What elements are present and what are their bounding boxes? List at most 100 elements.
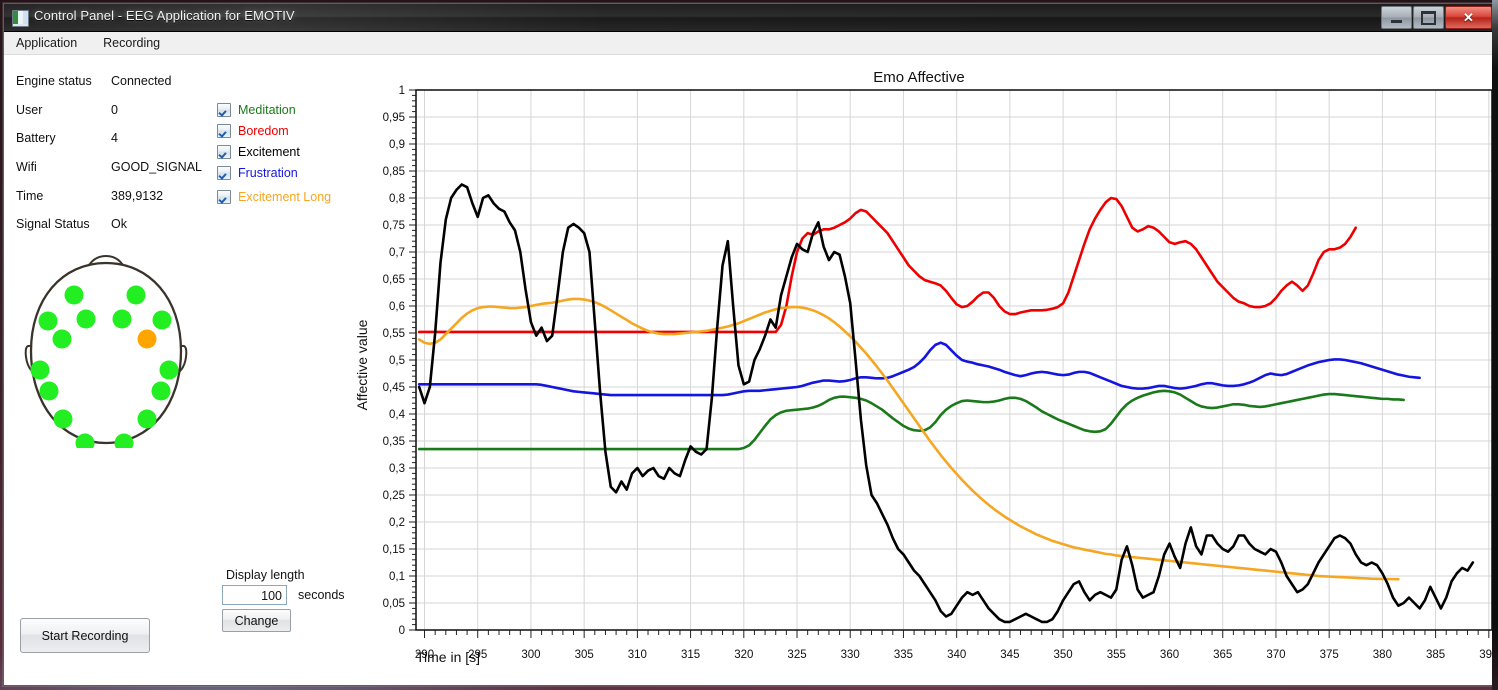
status-value: Connected xyxy=(111,74,172,89)
status-label: User xyxy=(16,102,43,117)
status-row-user: User 0 xyxy=(16,96,211,125)
sensor-dot[interactable] xyxy=(52,329,72,349)
checkbox-frustration[interactable] xyxy=(217,165,231,180)
status-value: GOOD_SIGNAL xyxy=(111,160,202,175)
status-label: Wifi xyxy=(16,160,37,175)
y-tick-label: 0,65 xyxy=(383,274,405,286)
checkbox-boredom[interactable] xyxy=(217,124,231,139)
x-tick-label: 350 xyxy=(1053,649,1072,661)
status-value: 4 xyxy=(111,131,118,146)
sensor-dot[interactable] xyxy=(39,381,59,401)
change-button[interactable]: Change xyxy=(222,609,291,632)
status-label: Signal Status xyxy=(16,217,90,232)
y-tick-label: 0,3 xyxy=(389,463,405,475)
sensor-dot[interactable] xyxy=(126,285,146,305)
x-tick-label: 375 xyxy=(1320,649,1339,661)
maximize-button[interactable] xyxy=(1413,6,1444,29)
status-row-engine: Engine status Connected xyxy=(16,67,211,96)
chart-title: Emo Affective xyxy=(873,69,965,86)
status-label: Battery xyxy=(16,131,56,146)
y-tick-label: 0,8 xyxy=(389,193,405,205)
sensor-dot[interactable] xyxy=(151,381,171,401)
y-tick-label: 0,1 xyxy=(389,571,405,583)
seconds-label: seconds xyxy=(298,588,345,602)
sensor-dot[interactable] xyxy=(112,309,132,329)
legend-label-excitement-long: Excitement Long xyxy=(238,189,332,204)
close-button[interactable]: ✕ xyxy=(1445,6,1492,29)
y-tick-label: 0,4 xyxy=(389,409,406,421)
series-toggle-list: Meditation Boredom Excitement Frustratio… xyxy=(217,100,331,207)
sensor-dot[interactable] xyxy=(137,409,157,429)
display-length-label: Display length xyxy=(226,568,305,582)
x-tick-label: 360 xyxy=(1160,649,1179,661)
legend-label-frustration: Frustration xyxy=(238,165,298,180)
checkbox-meditation[interactable] xyxy=(217,103,231,118)
sensor-dot[interactable] xyxy=(137,329,157,349)
y-tick-label: 0,35 xyxy=(383,436,405,448)
window-controls: ✕ xyxy=(1381,6,1492,29)
y-tick-label: 0,05 xyxy=(383,598,405,610)
x-tick-label: 305 xyxy=(575,649,594,661)
application-window: Control Panel - EEG Application for EMOT… xyxy=(3,3,1497,686)
start-recording-button[interactable]: Start Recording xyxy=(20,618,150,653)
engine-status-panel: Engine status Connected User 0 Battery 4… xyxy=(16,67,211,239)
y-tick-label: 0,2 xyxy=(389,517,405,529)
sensor-dot[interactable] xyxy=(64,285,84,305)
x-tick-label: 335 xyxy=(894,649,913,661)
legend-label-meditation: Meditation xyxy=(238,103,296,118)
legend-item-excitement-long[interactable]: Excitement Long xyxy=(217,186,331,207)
status-value: 389,9132 xyxy=(111,188,164,203)
legend-label-boredom: Boredom xyxy=(238,124,289,139)
x-tick-label: 380 xyxy=(1373,649,1392,661)
client-area: Engine status Connected User 0 Battery 4… xyxy=(4,55,1494,685)
x-tick-label: 370 xyxy=(1266,649,1285,661)
sensor-dot[interactable] xyxy=(38,311,58,331)
status-label: Engine status xyxy=(16,74,92,89)
y-tick-label: 0,55 xyxy=(383,328,405,340)
status-row-wifi: Wifi GOOD_SIGNAL xyxy=(16,153,211,182)
y-tick-label: 0,45 xyxy=(383,382,405,394)
y-tick-label: 0 xyxy=(399,625,405,637)
app-icon xyxy=(12,10,29,27)
affective-chart[interactable]: Emo Affective Affective value Time in [s… xyxy=(344,57,1494,685)
legend-item-frustration[interactable]: Frustration xyxy=(217,162,331,183)
status-row-battery: Battery 4 xyxy=(16,124,211,153)
minimize-button[interactable] xyxy=(1381,6,1412,29)
sensor-dot[interactable] xyxy=(152,310,172,330)
menu-application[interactable]: Application xyxy=(12,34,81,52)
y-tick-label: 0,25 xyxy=(383,490,405,502)
x-tick-label: 385 xyxy=(1426,649,1445,661)
close-icon: ✕ xyxy=(1463,10,1474,25)
menu-recording[interactable]: Recording xyxy=(99,34,164,52)
legend-item-excitement[interactable]: Excitement xyxy=(217,142,331,163)
x-tick-label: 325 xyxy=(787,649,806,661)
y-tick-label: 0,75 xyxy=(383,220,405,232)
status-row-signal: Signal Status Ok xyxy=(16,210,211,239)
sensor-dot[interactable] xyxy=(159,360,179,380)
legend-item-meditation[interactable]: Meditation xyxy=(217,100,331,121)
menu-bar: Application Recording xyxy=(4,32,1496,55)
sensor-dot[interactable] xyxy=(76,309,96,329)
status-label: Time xyxy=(16,188,44,203)
legend-item-boredom[interactable]: Boredom xyxy=(217,121,331,142)
sensor-dot[interactable] xyxy=(30,360,50,380)
title-bar[interactable]: Control Panel - EEG Application for EMOT… xyxy=(4,4,1496,32)
status-row-time: Time 389,9132 xyxy=(16,181,211,210)
display-length-input[interactable]: 100 xyxy=(222,585,287,605)
checkbox-excitement-long[interactable] xyxy=(217,189,231,204)
x-tick-label: 365 xyxy=(1213,649,1232,661)
y-tick-label: 0,9 xyxy=(389,139,405,151)
legend-label-excitement: Excitement xyxy=(238,144,300,159)
maximize-icon xyxy=(1421,10,1436,25)
x-tick-label: 320 xyxy=(734,649,753,661)
y-tick-label: 1 xyxy=(399,85,405,97)
sensor-head-map[interactable] xyxy=(14,253,199,448)
x-tick-label: 345 xyxy=(1000,649,1019,661)
y-tick-label: 0,85 xyxy=(383,166,405,178)
minimize-icon xyxy=(1391,19,1402,23)
y-tick-label: 0,95 xyxy=(383,112,405,124)
x-tick-label: 330 xyxy=(841,649,860,661)
x-tick-label: 300 xyxy=(521,649,540,661)
sensor-dot[interactable] xyxy=(53,409,73,429)
checkbox-excitement[interactable] xyxy=(217,144,231,159)
